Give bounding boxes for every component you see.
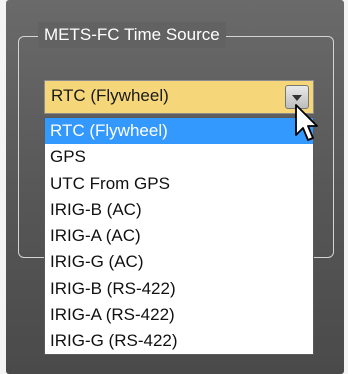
option-rtc-flywheel[interactable]: RTC (Flywheel) [45,118,313,145]
option-gps[interactable]: GPS [45,144,313,170]
chevron-down-icon [292,95,302,101]
option-irig-g-rs422[interactable]: IRIG-G (RS-422) [45,328,313,354]
option-utc-from-gps[interactable]: UTC From GPS [45,171,313,197]
option-irig-b-ac[interactable]: IRIG-B (AC) [45,197,313,223]
mouse-pointer-icon [295,104,318,141]
option-irig-g-ac[interactable]: IRIG-G (AC) [45,249,313,275]
time-source-combobox[interactable]: RTC (Flywheel) [44,80,314,114]
option-irig-a-rs422[interactable]: IRIG-A (RS-422) [45,302,313,328]
option-irig-b-rs422[interactable]: IRIG-B (RS-422) [45,276,313,302]
groupbox-title: METS-FC Time Source [38,22,226,48]
time-source-dropdown-list[interactable]: RTC (Flywheel) GPS UTC From GPS IRIG-B (… [44,117,314,355]
combobox-selected-value: RTC (Flywheel) [51,86,169,105]
option-irig-a-ac[interactable]: IRIG-A (AC) [45,223,313,249]
